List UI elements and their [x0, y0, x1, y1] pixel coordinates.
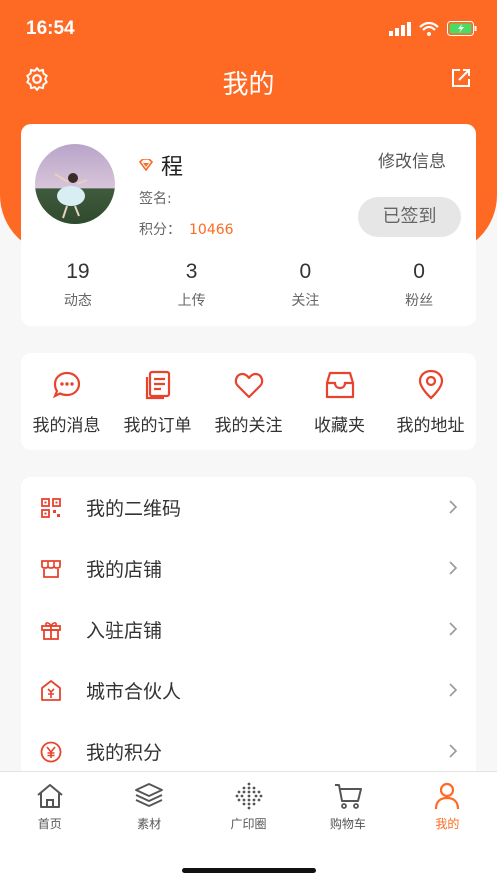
chevron-right-icon — [449, 561, 458, 575]
quick-follows[interactable]: 我的关注 — [204, 369, 294, 436]
menu-label: 我的二维码 — [86, 498, 182, 520]
menu-item-city-partner[interactable]: 城市合伙人 — [21, 660, 476, 721]
tab-materials[interactable]: 素材 — [99, 772, 198, 834]
stats-row: 19 动态 3 上传 0 关注 0 粉丝 — [21, 260, 476, 310]
tab-label: 购物车 — [329, 817, 366, 831]
avatar[interactable] — [35, 144, 115, 224]
edit-profile-button[interactable]: 修改信息 — [378, 147, 446, 172]
quick-favorites[interactable]: 收藏夹 — [295, 369, 385, 436]
stat-label: 动态 — [63, 293, 92, 309]
page-title: 我的 — [222, 70, 275, 100]
menu-list: 我的二维码 我的店铺 入驻店铺 城市合伙人 我的积分 — [21, 477, 476, 777]
points-label: 积分： — [139, 222, 181, 238]
cart-icon — [334, 784, 362, 809]
chevron-right-icon — [449, 744, 458, 758]
heart-icon — [234, 372, 263, 399]
status-bar: 16:54 — [0, 0, 497, 58]
yuan-icon — [40, 741, 62, 762]
menu-item-qrcode[interactable]: 我的二维码 — [21, 477, 476, 538]
quick-label: 我的订单 — [123, 416, 192, 436]
tab-label: 广印圈 — [230, 817, 267, 831]
quick-orders[interactable]: 我的订单 — [113, 369, 203, 436]
user-name: 程 — [161, 155, 184, 180]
stat-value: 0 — [299, 260, 312, 283]
shop-icon — [41, 559, 61, 578]
points-value: 10466 — [189, 222, 234, 238]
tab-bar: 首页 素材 广印圈 购物车 我的 — [0, 771, 497, 883]
name-row: 程 — [139, 149, 183, 181]
chevron-right-icon — [449, 500, 458, 514]
profile-card: 程 签名: 积分： 10466 修改信息 已签到 19 动态 3 上传 0 关注 0 粉丝 — [21, 124, 476, 326]
status-icons — [389, 21, 477, 36]
order-icon — [145, 370, 170, 400]
quick-actions: 我的消息 我的订单 我的关注 收藏夹 我的地址 — [21, 353, 476, 450]
battery-icon — [447, 21, 477, 36]
qrcode-icon — [41, 497, 61, 518]
stat-label: 关注 — [291, 293, 320, 309]
layers-icon — [135, 783, 164, 807]
wifi-icon — [419, 21, 439, 36]
tab-mine[interactable]: 我的 — [398, 772, 497, 834]
stat-value: 3 — [185, 260, 198, 283]
nav-bar: 我的 — [0, 58, 497, 102]
menu-item-shop[interactable]: 我的店铺 — [21, 538, 476, 599]
quick-label: 我的关注 — [214, 416, 283, 436]
gift-icon — [41, 621, 61, 640]
inbox-icon — [325, 371, 354, 399]
message-icon — [52, 371, 80, 399]
signal-icon — [389, 21, 411, 36]
vip-diamond-icon — [139, 159, 153, 171]
quick-label: 我的消息 — [32, 416, 101, 436]
share-icon[interactable] — [449, 66, 473, 90]
tab-circle[interactable]: 广印圈 — [199, 772, 298, 834]
home-indicator[interactable] — [182, 868, 316, 873]
person-icon — [435, 782, 460, 810]
chevron-right-icon — [449, 622, 458, 636]
location-icon — [418, 369, 443, 400]
quick-label: 收藏夹 — [314, 416, 365, 436]
points-row: 积分： 10466 — [139, 219, 234, 239]
stat-label: 粉丝 — [405, 293, 434, 309]
stat-followers[interactable]: 0 粉丝 — [362, 260, 476, 310]
stat-posts[interactable]: 19 动态 — [21, 260, 135, 310]
tab-cart[interactable]: 购物车 — [298, 772, 397, 834]
menu-label: 我的店铺 — [86, 559, 163, 581]
stat-value: 19 — [66, 260, 90, 283]
signature-label: 签名: — [139, 191, 172, 207]
quick-address[interactable]: 我的地址 — [386, 369, 476, 436]
tab-label: 素材 — [137, 817, 162, 831]
tab-label: 我的 — [435, 817, 460, 831]
menu-item-join-shop[interactable]: 入驻店铺 — [21, 599, 476, 660]
menu-label: 我的积分 — [86, 742, 163, 764]
status-time: 16:54 — [26, 18, 75, 39]
tab-home[interactable]: 首页 — [0, 772, 99, 834]
stat-uploads[interactable]: 3 上传 — [135, 260, 249, 310]
menu-label: 城市合伙人 — [86, 681, 182, 703]
stat-value: 0 — [413, 260, 425, 283]
home-icon — [37, 784, 63, 808]
signed-in-button[interactable]: 已签到 — [358, 197, 461, 237]
quick-label: 我的地址 — [396, 416, 465, 436]
tab-label: 首页 — [37, 817, 62, 831]
quick-messages[interactable]: 我的消息 — [22, 369, 112, 436]
partner-icon — [41, 679, 61, 701]
stat-label: 上传 — [177, 293, 206, 309]
dots-icon — [235, 782, 262, 810]
menu-item-points[interactable]: 我的积分 — [21, 721, 476, 777]
menu-label: 入驻店铺 — [86, 620, 163, 642]
chevron-right-icon — [449, 683, 458, 697]
stat-following[interactable]: 0 关注 — [249, 260, 363, 310]
